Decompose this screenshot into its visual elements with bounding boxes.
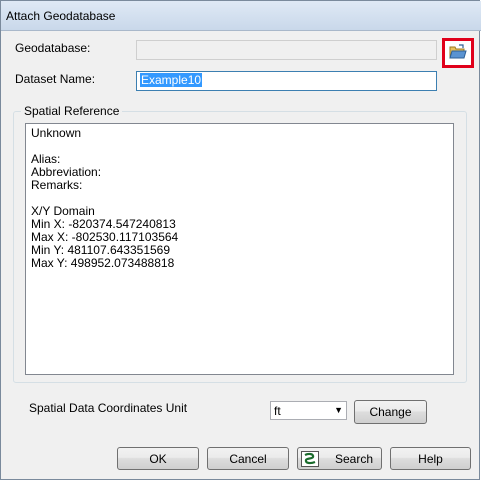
ok-button[interactable]: OK bbox=[117, 447, 199, 470]
geodatabase-label: Geodatabase: bbox=[15, 41, 91, 55]
search-icon bbox=[301, 451, 319, 467]
spatial-reference-details[interactable]: Unknown Alias: Abbreviation: Remarks: X/… bbox=[25, 123, 454, 375]
change-unit-button[interactable]: Change bbox=[354, 400, 427, 424]
coordinates-unit-select[interactable]: ft ▼ bbox=[270, 401, 347, 420]
geodatabase-field[interactable] bbox=[136, 40, 437, 60]
dataset-name-label: Dataset Name: bbox=[15, 72, 96, 86]
sr-line: Remarks: bbox=[31, 178, 83, 192]
folder-open-icon bbox=[449, 43, 467, 63]
cancel-button[interactable]: Cancel bbox=[207, 447, 289, 470]
coordinates-unit-value: ft bbox=[274, 404, 281, 418]
search-button[interactable]: Search bbox=[297, 447, 382, 470]
browse-geodatabase-button[interactable] bbox=[442, 38, 474, 68]
dataset-name-input[interactable]: Example10 bbox=[136, 71, 437, 91]
spatial-reference-label: Spatial Reference bbox=[21, 104, 123, 118]
sr-line: Max Y: 498952.073488818 bbox=[31, 256, 175, 270]
attach-geodatabase-dialog: Attach Geodatabase Geodatabase: Dataset … bbox=[0, 0, 481, 480]
dataset-name-value: Example10 bbox=[140, 73, 203, 87]
sr-line bbox=[31, 140, 448, 153]
window-title: Attach Geodatabase bbox=[6, 9, 116, 23]
sr-line: Abbreviation: bbox=[31, 165, 102, 179]
title-bar: Attach Geodatabase bbox=[1, 1, 481, 31]
sr-line: Unknown bbox=[31, 126, 82, 140]
search-button-label: Search bbox=[334, 451, 373, 466]
chevron-down-icon: ▼ bbox=[334, 405, 343, 415]
coordinates-unit-label: Spatial Data Coordinates Unit bbox=[29, 401, 188, 415]
help-button[interactable]: Help bbox=[390, 447, 471, 470]
